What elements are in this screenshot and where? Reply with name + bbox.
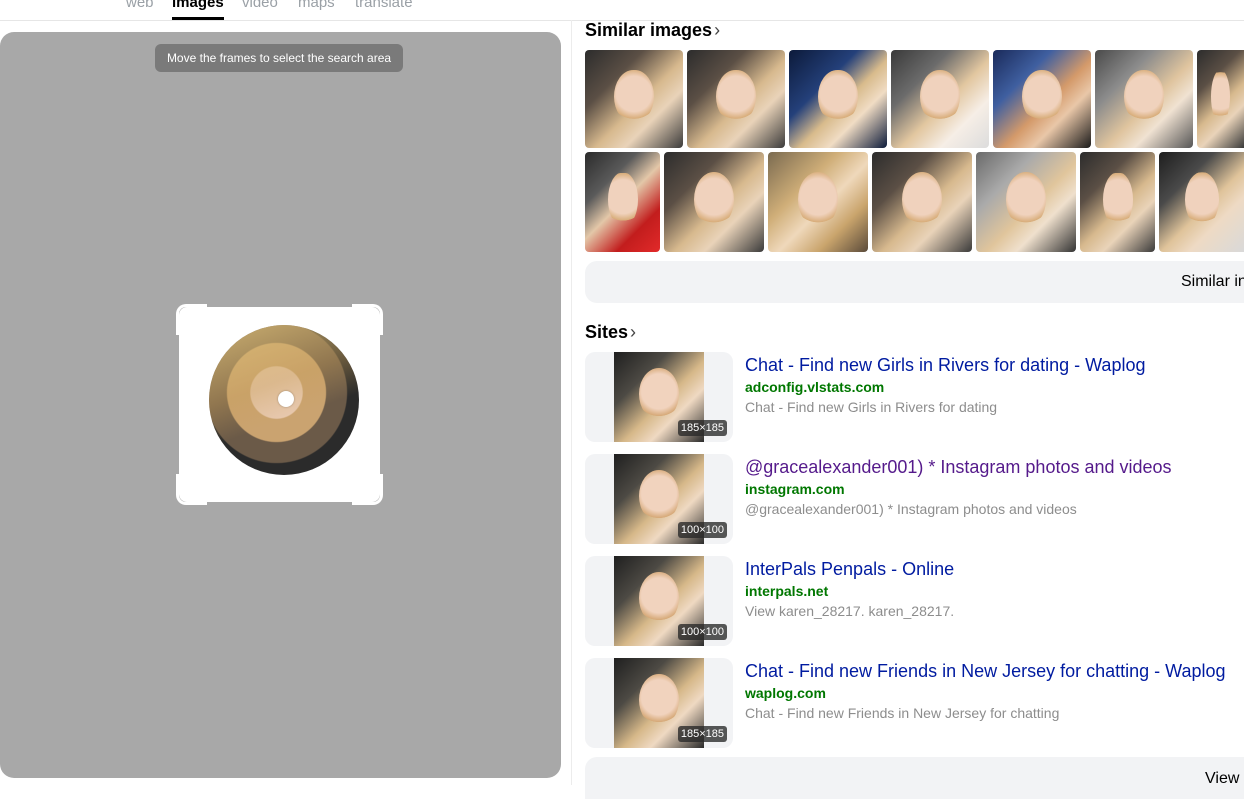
site-result: 185×185 Chat - Find new Friends in New J… [585, 658, 1244, 748]
site-description: @gracealexander001) * Instagram photos a… [745, 501, 1077, 517]
similar-thumb[interactable] [891, 50, 989, 148]
thumb-face [639, 674, 679, 727]
similar-thumb[interactable] [585, 152, 660, 252]
site-domain-link[interactable]: instagram.com [745, 481, 845, 497]
thumb-face [639, 368, 679, 421]
chevron-right-icon: › [714, 20, 721, 40]
site-title-link[interactable]: Chat - Find new Girls in Rivers for dati… [745, 355, 1145, 376]
thumb-face [902, 172, 942, 227]
site-description: Chat - Find new Girls in Rivers for dati… [745, 399, 998, 415]
thumb-face [1102, 172, 1133, 227]
similar-thumb[interactable] [1080, 152, 1155, 252]
similar-thumb[interactable] [664, 152, 764, 252]
site-thumb-container[interactable]: 100×100 [585, 454, 733, 544]
image-size-badge: 100×100 [677, 522, 727, 538]
similar-images-title: Similar images [585, 20, 713, 40]
thumb-face [1211, 69, 1230, 124]
thumb-face [1022, 69, 1062, 124]
active-tab-indicator [172, 17, 224, 20]
crop-handle-bottom-left[interactable] [176, 474, 207, 505]
site-thumb-container[interactable]: 185×185 [585, 658, 733, 748]
sites-header[interactable]: Sites › [585, 322, 636, 343]
similar-thumb[interactable] [1197, 50, 1244, 148]
image-size-badge: 100×100 [677, 624, 727, 640]
similar-thumb[interactable] [976, 152, 1076, 252]
site-thumb-container[interactable]: 100×100 [585, 556, 733, 646]
crop-handle-bottom-right[interactable] [352, 474, 383, 505]
tab-video[interactable]: video [242, 0, 278, 11]
thumb-face [607, 172, 638, 227]
site-description: View karen_28217. karen_28217. [745, 603, 955, 619]
crop-handle-top-left[interactable] [176, 304, 207, 335]
tab-maps[interactable]: maps [298, 0, 335, 11]
thumb-face [639, 470, 679, 523]
sites-more-label: View [1205, 770, 1240, 787]
thumb-face [1124, 69, 1164, 124]
similar-thumb[interactable] [768, 152, 868, 252]
similar-images-more-label: Similar in [1181, 273, 1244, 290]
thumb-face [614, 69, 654, 124]
thumb-face [818, 69, 858, 124]
site-result: 100×100 @gracealexander001) * Instagram … [585, 454, 1244, 544]
crop-selection-frame[interactable] [176, 304, 383, 505]
thumb-face [1006, 172, 1046, 227]
site-domain-link[interactable]: adconfig.vlstats.com [745, 379, 884, 395]
site-result: 100×100 InterPals Penpals - Online inter… [585, 556, 1244, 646]
similar-thumb[interactable] [1159, 152, 1244, 252]
similar-thumb[interactable] [687, 50, 785, 148]
similar-thumb[interactable] [585, 50, 683, 148]
similar-thumb[interactable] [993, 50, 1091, 148]
site-description: Chat - Find new Friends in New Jersey fo… [745, 705, 1060, 721]
thumb-face [716, 69, 756, 124]
site-title-link[interactable]: InterPals Penpals - Online [745, 559, 954, 580]
thumb-face [694, 172, 734, 227]
drag-handle[interactable] [278, 391, 294, 407]
similar-thumb[interactable] [789, 50, 887, 148]
tab-web[interactable]: web [126, 0, 154, 11]
column-divider [571, 20, 572, 785]
crop-hint: Move the frames to select the search are… [155, 44, 403, 72]
thumb-face [639, 572, 679, 625]
similar-thumb[interactable] [872, 152, 972, 252]
similar-thumb[interactable] [1095, 50, 1193, 148]
image-size-badge: 185×185 [677, 420, 727, 436]
site-domain-link[interactable]: interpals.net [745, 583, 828, 599]
thumb-face [1184, 172, 1219, 227]
tab-images[interactable]: images [172, 0, 224, 11]
crop-panel[interactable]: Move the frames to select the search are… [0, 32, 561, 778]
site-result: 185×185 Chat - Find new Girls in Rivers … [585, 352, 1244, 442]
site-title-link[interactable]: Chat - Find new Friends in New Jersey fo… [745, 661, 1226, 682]
chevron-right-icon: › [630, 322, 637, 342]
thumb-face [920, 69, 960, 124]
image-size-badge: 185×185 [677, 726, 727, 742]
site-thumb-container[interactable]: 185×185 [585, 352, 733, 442]
tab-translate[interactable]: translate [355, 0, 413, 11]
site-domain-link[interactable]: waplog.com [745, 685, 826, 701]
site-title-link[interactable]: @gracealexander001) * Instagram photos a… [745, 457, 1172, 478]
sites-title: Sites [585, 322, 629, 342]
similar-images-more-button[interactable]: Similar in [585, 261, 1244, 303]
similar-images-header[interactable]: Similar images › [585, 20, 720, 41]
thumb-face [798, 172, 838, 227]
top-nav: web images video maps translate [0, 0, 1244, 21]
sites-more-button[interactable]: View [585, 757, 1244, 799]
